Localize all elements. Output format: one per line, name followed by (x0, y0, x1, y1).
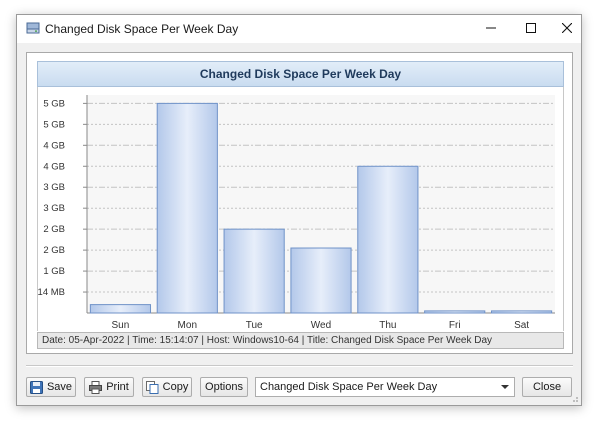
y-tick-label: 1 GB (43, 266, 65, 277)
y-tick-label: 3 GB (43, 182, 65, 193)
bar-fri (424, 310, 486, 314)
close-icon (561, 22, 573, 36)
chevron-down-icon[interactable] (501, 385, 509, 389)
disk-icon (26, 22, 40, 34)
plot-area: 514 MB 1 GB 2 GB 2 GB 3 GB 3 GB 4 GB 4 GB 5 GB 5 … (32, 87, 564, 331)
x-tick-label: Sun (112, 320, 130, 331)
save-label: Save (46, 381, 73, 393)
chart-select-value: Changed Disk Space Per Week Day (260, 381, 438, 393)
chart-title: Changed Disk Space Per Week Day (37, 61, 564, 87)
y-tick-label: 514 MB (38, 287, 65, 298)
divider (26, 365, 573, 367)
window-title: Changed Disk Space Per Week Day (45, 22, 239, 36)
y-tick-label: 2 GB (43, 224, 65, 235)
minimize-icon (486, 23, 496, 36)
chart-select[interactable]: Changed Disk Space Per Week Day (255, 377, 515, 397)
x-tick-label: Tue (246, 320, 263, 331)
close-button[interactable]: Close (522, 377, 572, 397)
bar-sat (490, 310, 553, 314)
y-tick-label: 5 GB (43, 98, 65, 109)
close-label: Close (532, 381, 562, 393)
x-tick-label: Sat (514, 320, 529, 331)
app-window: Changed Disk Space Per Week Day Changed … (16, 14, 582, 406)
y-tick-label: 4 GB (43, 140, 65, 151)
options-button[interactable]: Options (200, 377, 248, 397)
minimize-button[interactable] (471, 15, 511, 43)
x-tick-label: Thu (379, 320, 396, 331)
resize-grip-icon[interactable] (569, 393, 579, 403)
copy-label: Copy (162, 381, 189, 393)
bar-tue (223, 228, 285, 314)
close-window-button[interactable] (547, 15, 587, 43)
y-tick-label: 5 GB (43, 119, 65, 130)
printer-icon (89, 380, 103, 394)
options-label: Options (205, 381, 243, 393)
copy-icon (145, 380, 159, 394)
x-tick-label: Mon (178, 320, 197, 331)
bar-chart: 514 MB 1 GB 2 GB 2 GB 3 GB 3 GB 4 GB 4 GB 5 GB 5 … (32, 95, 555, 331)
bar-wed (290, 247, 352, 314)
save-button[interactable]: Save (26, 377, 76, 397)
bar-mon (156, 102, 218, 314)
y-tick-label: 3 GB (43, 203, 65, 214)
bar-thu (357, 165, 419, 314)
status-bar: Date: 05-Apr-2022 | Time: 15:14:07 | Hos… (37, 332, 564, 349)
print-label: Print (106, 381, 129, 393)
copy-button[interactable]: Copy (142, 377, 192, 397)
bar-sun (89, 304, 152, 314)
y-tick-label: 4 GB (43, 161, 65, 172)
title-bar[interactable]: Changed Disk Space Per Week Day (17, 15, 581, 43)
maximize-icon (526, 22, 536, 36)
y-tick-label: 2 GB (43, 245, 65, 256)
x-tick-label: Wed (311, 320, 331, 331)
print-button[interactable]: Print (84, 377, 134, 397)
chart-frame: Changed Disk Space Per Week Day 514 MB 1 … (26, 52, 573, 354)
floppy-icon (29, 380, 43, 394)
maximize-button[interactable] (511, 15, 551, 43)
x-tick-label: Fri (449, 320, 461, 331)
